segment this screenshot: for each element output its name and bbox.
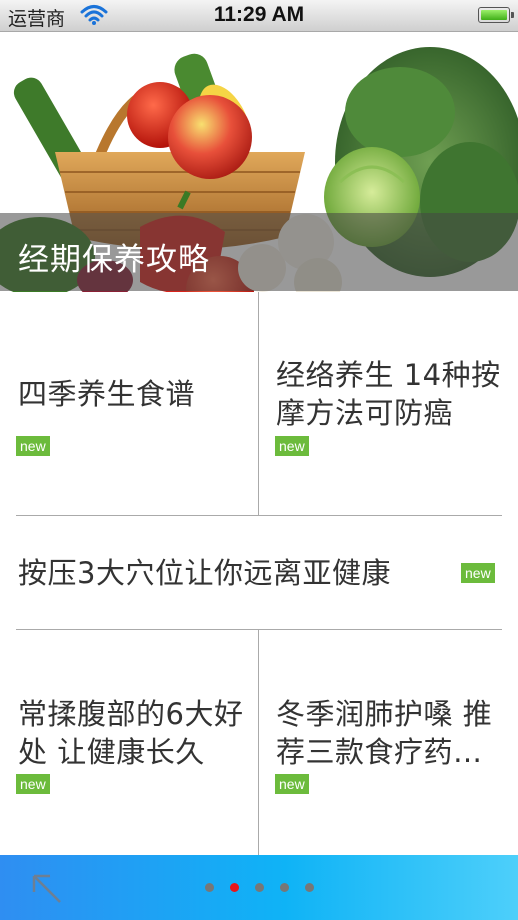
article-title: 按压3大穴位让你远离亚健康: [18, 556, 391, 590]
hero-banner[interactable]: 经期保养攻略: [0, 32, 518, 292]
status-bar: 运营商 11:29 AM: [0, 0, 518, 32]
hero-title: 经期保养攻略: [18, 242, 210, 278]
pager-dot[interactable]: [230, 883, 239, 892]
article-title: 常揉腹部的6大好处 让健康长久: [18, 697, 244, 769]
article-card[interactable]: 冬季润肺护嗓 推荐三款食疗药… new: [259, 630, 518, 855]
pager-dot[interactable]: [205, 883, 214, 892]
new-badge: new: [16, 436, 50, 456]
article-title: 经络养生 14种按摩方法可防癌: [276, 358, 501, 430]
pager-dot[interactable]: [255, 883, 264, 892]
new-badge: new: [275, 436, 309, 456]
new-badge: new: [275, 774, 309, 794]
article-title: 冬季润肺护嗓 推荐三款食疗药…: [276, 697, 493, 769]
article-title: 四季养生食谱: [18, 377, 196, 411]
new-badge: new: [461, 563, 495, 583]
article-card[interactable]: 按压3大穴位让你远离亚健康 new: [0, 516, 518, 629]
hero-caption-bar: 经期保养攻略: [0, 213, 518, 291]
pager-dot[interactable]: [305, 883, 314, 892]
article-card[interactable]: 常揉腹部的6大好处 让健康长久 new: [0, 630, 258, 855]
bottom-bar: [0, 855, 518, 920]
new-badge: new: [16, 774, 50, 794]
battery-tip: [511, 12, 514, 18]
article-card[interactable]: 经络养生 14种按摩方法可防癌 new: [259, 292, 518, 516]
article-card[interactable]: 四季养生食谱 new: [0, 292, 258, 516]
arrow-up-left-icon[interactable]: [30, 872, 64, 910]
battery-icon: [478, 7, 510, 23]
status-time: 11:29 AM: [213, 3, 305, 26]
pager-dot[interactable]: [280, 883, 289, 892]
